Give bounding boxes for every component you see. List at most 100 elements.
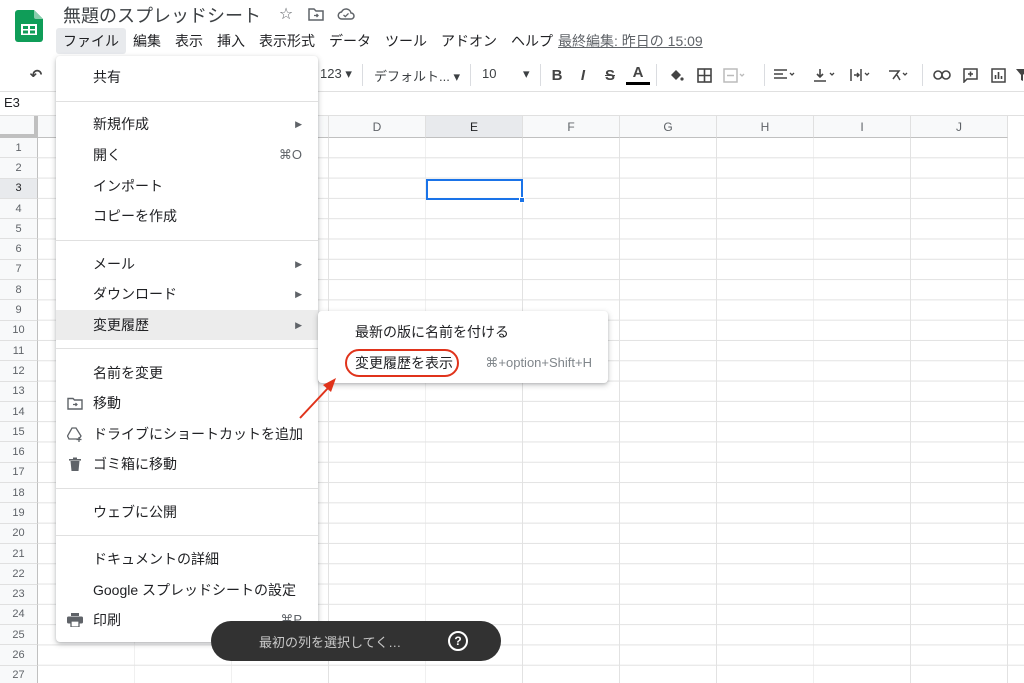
menu-item-label: ドライブにショートカットを追加 xyxy=(93,426,303,442)
submenu-arrow-icon: ▶ xyxy=(295,118,302,129)
menu-item-publish[interactable]: ウェブに公開 xyxy=(56,497,318,527)
menu-view[interactable]: 表示 xyxy=(168,28,210,54)
row-header[interactable]: 15 xyxy=(0,422,38,443)
row-header[interactable]: 17 xyxy=(0,462,38,484)
menu-item-import[interactable]: インポート xyxy=(56,171,318,201)
menu-item-rename[interactable]: 名前を変更 xyxy=(56,358,318,388)
menu-divider xyxy=(56,488,318,489)
last-edit-link[interactable]: 最終編集: 昨日の 15:09 xyxy=(558,31,703,51)
row-header[interactable]: 20 xyxy=(0,523,38,544)
menu-edit[interactable]: 編集 xyxy=(126,28,168,54)
insert-comment-icon[interactable] xyxy=(958,63,982,87)
help-icon[interactable]: ? xyxy=(448,631,468,651)
column-header[interactable]: H xyxy=(717,116,814,138)
font-size-dropdown[interactable]: 10 xyxy=(482,66,496,81)
menu-item-trash[interactable]: ゴミ箱に移動 xyxy=(56,449,318,479)
merge-cells-icon[interactable] xyxy=(722,63,746,87)
filter-icon[interactable] xyxy=(1010,63,1024,87)
row-header[interactable]: 10 xyxy=(0,320,38,341)
row-header[interactable]: 21 xyxy=(0,543,38,565)
menu-data[interactable]: データ xyxy=(322,28,378,54)
row-header[interactable]: 22 xyxy=(0,564,38,585)
column-header[interactable]: I xyxy=(814,116,911,138)
sheets-logo-icon[interactable] xyxy=(15,10,43,42)
row-header[interactable]: 27 xyxy=(0,665,38,683)
vertical-align-icon[interactable] xyxy=(812,63,836,87)
text-wrap-icon[interactable] xyxy=(848,63,872,87)
italic-button[interactable]: I xyxy=(571,63,595,87)
horizontal-align-icon[interactable] xyxy=(772,63,796,87)
row-header[interactable]: 4 xyxy=(0,198,38,220)
name-box[interactable]: E3 xyxy=(4,95,20,110)
text-color-button[interactable]: A xyxy=(626,63,650,85)
font-dropdown[interactable]: デフォルト... ▾ xyxy=(374,66,460,85)
column-header[interactable]: E xyxy=(426,116,523,138)
menu-item-label: 変更履歴 xyxy=(93,317,149,333)
star-icon[interactable]: ☆ xyxy=(276,4,296,24)
menu-item-email[interactable]: メール ▶ xyxy=(56,249,318,279)
menu-item-move[interactable]: 移動 xyxy=(56,388,318,418)
submenu-item-name-version[interactable]: 最新の版に名前を付ける xyxy=(318,317,608,347)
move-folder-icon xyxy=(66,394,84,412)
menu-item-download[interactable]: ダウンロード ▶ xyxy=(56,279,318,309)
row-header[interactable]: 18 xyxy=(0,483,38,504)
menu-item-settings[interactable]: Google スプレッドシートの設定 xyxy=(56,575,318,605)
menu-tools[interactable]: ツール xyxy=(378,28,434,54)
row-header[interactable]: 11 xyxy=(0,340,38,362)
menu-help[interactable]: ヘルプ xyxy=(504,28,560,54)
menu-insert[interactable]: 挿入 xyxy=(210,28,252,54)
row-header[interactable]: 13 xyxy=(0,381,38,402)
menu-item-label: 印刷 xyxy=(93,612,121,628)
row-header[interactable]: 24 xyxy=(0,604,38,626)
menu-item-share[interactable]: 共有 xyxy=(56,62,318,92)
text-rotation-icon[interactable] xyxy=(886,63,910,87)
insert-chart-icon[interactable] xyxy=(986,63,1010,87)
row-header[interactable]: 3 xyxy=(0,178,38,199)
row-header[interactable]: 7 xyxy=(0,259,38,281)
row-header[interactable]: 2 xyxy=(0,158,38,179)
row-header[interactable]: 14 xyxy=(0,401,38,423)
selected-cell-e3[interactable] xyxy=(426,179,523,200)
document-title[interactable]: 無題のスプレッドシート xyxy=(63,2,261,28)
column-header[interactable]: J xyxy=(911,116,1008,138)
row-header[interactable]: 19 xyxy=(0,503,38,524)
menu-file[interactable]: ファイル xyxy=(56,28,126,54)
menu-format[interactable]: 表示形式 xyxy=(252,28,322,54)
insert-link-icon[interactable] xyxy=(930,63,954,87)
row-header[interactable]: 8 xyxy=(0,280,38,301)
snackbar-text: 最初の列を選択してく… xyxy=(259,635,402,650)
column-header[interactable]: G xyxy=(620,116,717,138)
menu-bar: ファイル 編集 表示 挿入 表示形式 データ ツール アドオン ヘルプ xyxy=(56,28,560,54)
fill-color-icon[interactable] xyxy=(664,63,688,87)
column-header[interactable]: D xyxy=(329,116,426,138)
row-header[interactable]: 9 xyxy=(0,300,38,321)
menu-item-new[interactable]: 新規作成 ▶ xyxy=(56,109,318,139)
fill-handle[interactable] xyxy=(519,197,525,203)
undo-icon[interactable]: ↶ xyxy=(24,63,48,87)
row-header[interactable]: 12 xyxy=(0,361,38,382)
cloud-status-icon[interactable] xyxy=(336,4,356,24)
row-header[interactable]: 6 xyxy=(0,239,38,260)
strikethrough-button[interactable]: S xyxy=(598,63,622,87)
column-header[interactable]: F xyxy=(523,116,620,138)
row-header[interactable]: 26 xyxy=(0,645,38,666)
borders-icon[interactable] xyxy=(692,63,716,87)
font-size-arrow-icon[interactable]: ▾ xyxy=(523,66,530,82)
menu-addons[interactable]: アドオン xyxy=(434,28,504,54)
row-header[interactable]: 1 xyxy=(0,138,38,159)
row-header[interactable]: 25 xyxy=(0,625,38,646)
row-header[interactable]: 5 xyxy=(0,219,38,240)
menu-item-open[interactable]: 開く ⌘O xyxy=(56,140,318,170)
number-format-dropdown[interactable]: 123 ▾ xyxy=(320,66,352,82)
menu-item-details[interactable]: ドキュメントの詳細 xyxy=(56,544,318,574)
bold-button[interactable]: B xyxy=(545,63,569,87)
move-folder-icon[interactable] xyxy=(306,4,326,24)
menu-item-version-history[interactable]: 変更履歴 ▶ xyxy=(56,310,318,340)
menu-item-make-copy[interactable]: コピーを作成 xyxy=(56,201,318,231)
row-header[interactable]: 16 xyxy=(0,442,38,463)
select-all-corner[interactable] xyxy=(0,116,38,138)
menu-item-add-shortcut[interactable]: ドライブにショートカットを追加 xyxy=(56,419,318,449)
row-header[interactable]: 23 xyxy=(0,584,38,605)
toolbar-divider xyxy=(656,64,657,86)
menu-item-label: 開く xyxy=(93,147,121,163)
